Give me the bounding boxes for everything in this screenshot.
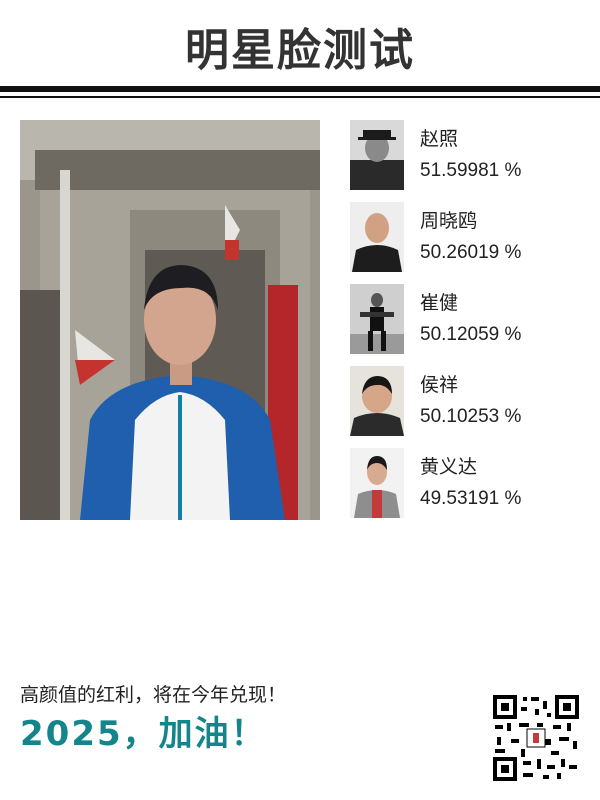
match-score: 50.10253 % [420,406,522,427]
match-name: 黄义达 [420,456,478,478]
qr-code[interactable] [493,695,579,781]
match-score: 50.12059 % [420,324,522,345]
match-avatar [350,284,404,354]
user-photo [20,120,320,520]
cheer-text: 2025，加油！ [20,714,267,754]
page-title: 明星脸测试 [185,25,415,76]
match-name: 侯祥 [420,374,459,396]
match-item[interactable]: 黄义达 49.53191 % [350,448,580,518]
match-name: 周晓鸥 [420,210,478,232]
header-divider-thin [0,96,600,98]
match-name: 赵照 [420,128,459,150]
slogan-text: 高颜值的红利，将在今年兑现！ [20,684,287,706]
match-item[interactable]: 崔健 50.12059 % [350,284,580,354]
match-item[interactable]: 侯祥 50.10253 % [350,366,580,436]
match-item[interactable]: 赵照 51.59981 % [350,120,580,190]
match-score: 51.59981 % [420,160,522,181]
header-divider-thick [0,86,600,92]
match-avatar [350,448,404,518]
match-item[interactable]: 周晓鸥 50.26019 % [350,202,580,272]
match-avatar [350,120,404,190]
match-avatar [350,202,404,272]
match-score: 50.26019 % [420,242,522,263]
match-score: 49.53191 % [420,488,522,509]
match-name: 崔健 [420,292,459,314]
match-avatar [350,366,404,436]
